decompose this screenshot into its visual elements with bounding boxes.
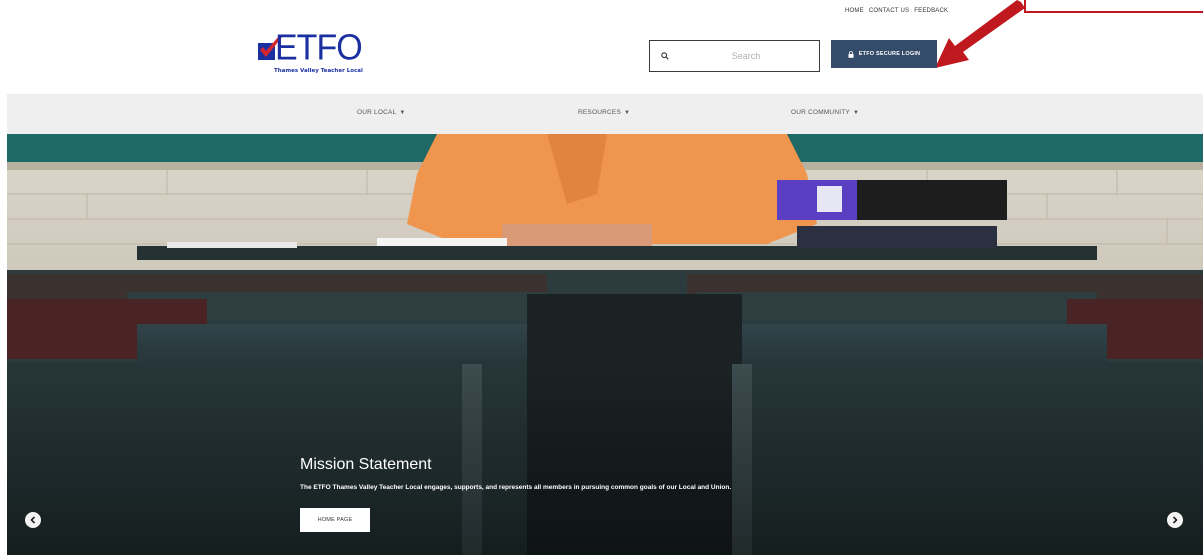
hero-classroom-image: [7, 134, 1203, 555]
chevron-left-icon[interactable]: [25, 512, 41, 528]
top-link-contact-us[interactable]: CONTACT US: [869, 8, 909, 14]
hero-carousel: Mission Statement The ETFO Thames Valley…: [7, 134, 1203, 555]
top-link-home[interactable]: HOME: [845, 8, 864, 14]
lock-icon: [848, 50, 854, 58]
nav-item-our-community[interactable]: OUR COMMUNITY ▼: [791, 109, 859, 116]
annotation-arrow-icon: [935, 0, 1025, 68]
chevron-right-icon[interactable]: [1167, 512, 1183, 528]
home-page-button[interactable]: HOME PAGE: [300, 508, 370, 532]
hero-text: The ETFO Thames Valley Teacher Local eng…: [300, 484, 732, 491]
caret-down-icon: ▼: [623, 110, 631, 116]
caret-down-icon: ▼: [852, 110, 860, 116]
nav-label: OUR COMMUNITY: [791, 109, 850, 116]
etfo-secure-login-button[interactable]: ETFO SECURE LOGIN: [831, 40, 937, 68]
search-input[interactable]: [676, 51, 816, 61]
nav-item-resources[interactable]: RESOURCES ▼: [578, 109, 630, 116]
login-label: ETFO SECURE LOGIN: [858, 51, 921, 57]
logo-subtitle: Thames Valley Teacher Local: [274, 68, 363, 74]
logo-wordmark: ETFO: [275, 28, 363, 68]
search-box[interactable]: [649, 40, 820, 72]
main-nav: OUR LOCAL ▼ RESOURCES ▼ OUR COMMUNITY ▼: [7, 94, 1203, 134]
top-utility-links: HOME CONTACT US FEEDBACK: [845, 8, 948, 14]
annotation-box: [1024, 0, 1203, 13]
hero-title: Mission Statement: [300, 456, 432, 473]
caret-down-icon: ▼: [399, 110, 406, 116]
site-logo[interactable]: ETFO Thames Valley Teacher Local: [257, 28, 367, 78]
search-icon[interactable]: [654, 52, 676, 60]
nav-label: OUR LOCAL: [357, 109, 397, 116]
nav-label: RESOURCES: [578, 109, 621, 116]
nav-item-our-local[interactable]: OUR LOCAL ▼: [357, 109, 406, 116]
